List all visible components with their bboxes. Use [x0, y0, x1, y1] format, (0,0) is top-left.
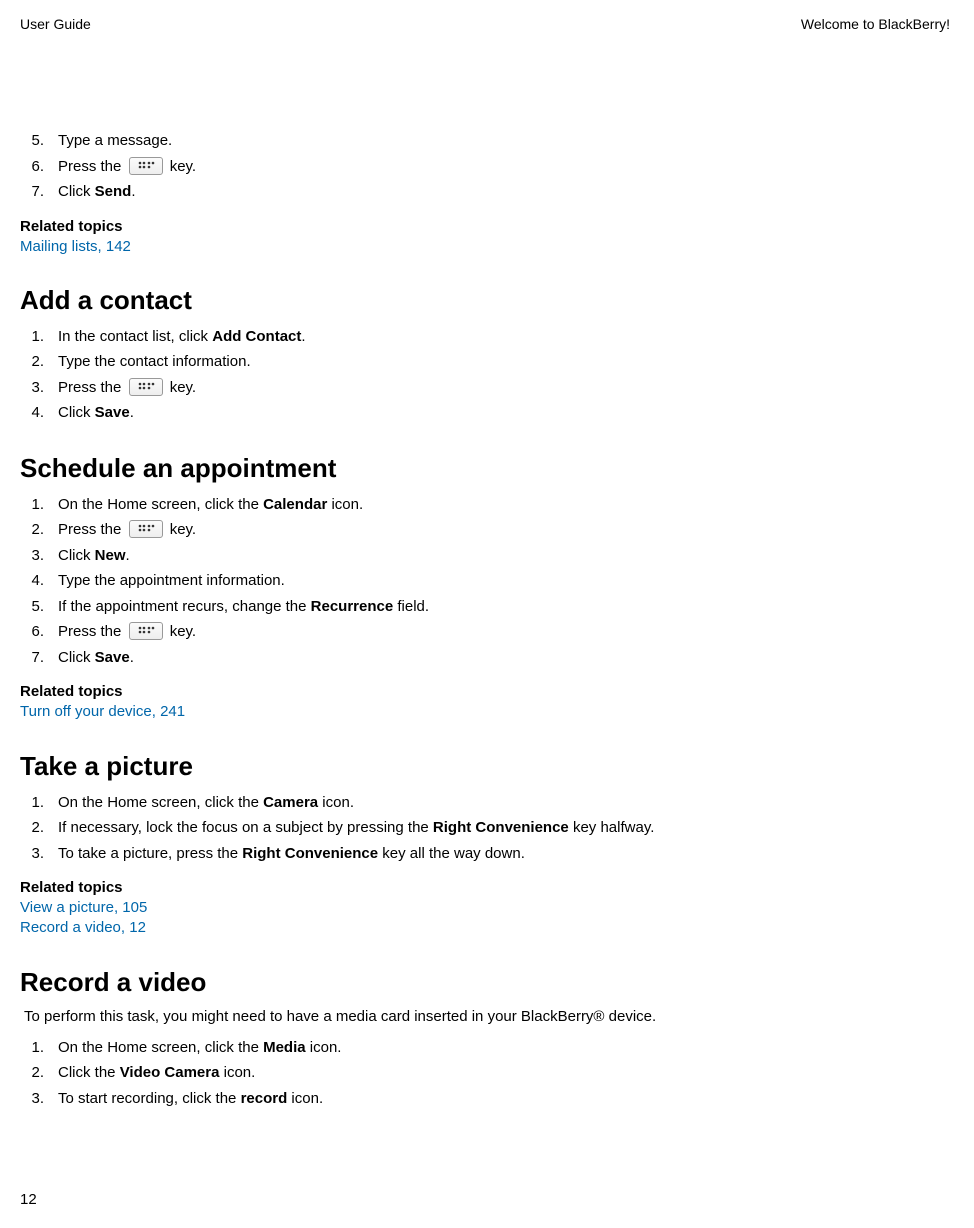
list-text: Click Send.: [58, 181, 136, 204]
list-add-contact: 1. In the contact list, click Add Contact…: [20, 326, 950, 425]
list-text: On the Home screen, click the Calendar i…: [58, 494, 363, 517]
list-text: Click Save.: [58, 402, 134, 425]
list-item: 7. Click Save.: [20, 647, 950, 670]
list-text: Click the Video Camera icon.: [58, 1062, 255, 1085]
list-item: 2. If necessary, lock the focus on a subj…: [20, 817, 950, 840]
list-number: 7.: [20, 647, 44, 670]
list-text: Type a message.: [58, 130, 172, 153]
list-text: Type the contact information.: [58, 351, 251, 374]
page-number: 12: [20, 1191, 37, 1208]
list-number: 3.: [20, 1088, 44, 1111]
list-number: 3.: [20, 545, 44, 568]
menu-key-icon: [129, 520, 163, 538]
list-number: 1.: [20, 326, 44, 349]
menu-key-icon: [129, 157, 163, 175]
list-item: 1. On the Home screen, click the Calendar…: [20, 494, 950, 517]
list-schedule: 1. On the Home screen, click the Calendar…: [20, 494, 950, 670]
list-number: 2.: [20, 1062, 44, 1085]
list-text: Click Save.: [58, 647, 134, 670]
menu-key-icon: [129, 378, 163, 396]
list-text: Press the key.: [58, 156, 196, 179]
list-number: 2.: [20, 817, 44, 840]
related-link[interactable]: Record a video, 12: [20, 918, 950, 938]
heading-add-contact: Add a contact: [20, 285, 950, 316]
list-item: 3. Press the key.: [20, 377, 950, 400]
list-text: To start recording, click the record ico…: [58, 1088, 323, 1111]
list-text: If the appointment recurs, change the Re…: [58, 596, 429, 619]
list-text: On the Home screen, click the Camera ico…: [58, 792, 354, 815]
list-item: 2. Type the contact information.: [20, 351, 950, 374]
list-number: 2.: [20, 351, 44, 374]
list-text: Press the key.: [58, 519, 196, 542]
list-number: 2.: [20, 519, 44, 542]
list-text: Press the key.: [58, 621, 196, 644]
page-header: User Guide Welcome to BlackBerry!: [20, 16, 950, 32]
list-item: 1. In the contact list, click Add Contact…: [20, 326, 950, 349]
heading-record-video: Record a video: [20, 967, 950, 998]
header-right: Welcome to BlackBerry!: [801, 16, 950, 32]
list-item: 6. Press the key.: [20, 621, 950, 644]
top-list: 5. Type a message. 6. Press the key. 7. Click…: [20, 130, 950, 204]
list-number: 4.: [20, 570, 44, 593]
list-number: 5.: [20, 596, 44, 619]
related-links-1: Mailing lists, 142: [20, 237, 950, 257]
list-record-video: 1. On the Home screen, click the Media ic…: [20, 1037, 950, 1111]
list-item: 3. Click New.: [20, 545, 950, 568]
related-link[interactable]: Mailing lists, 142: [20, 237, 950, 257]
list-item: 4. Type the appointment information.: [20, 570, 950, 593]
list-text: Click New.: [58, 545, 130, 568]
header-left: User Guide: [20, 16, 91, 32]
list-item: 7. Click Send.: [20, 181, 950, 204]
list-item: 1. On the Home screen, click the Camera i…: [20, 792, 950, 815]
list-text: If necessary, lock the focus on a subjec…: [58, 817, 654, 840]
list-number: 6.: [20, 156, 44, 179]
related-link[interactable]: Turn off your device, 241: [20, 702, 950, 722]
list-number: 1.: [20, 494, 44, 517]
list-item: 3. To start recording, click the record i…: [20, 1088, 950, 1111]
list-item: 4. Click Save.: [20, 402, 950, 425]
record-video-intro: To perform this task, you might need to …: [24, 1008, 950, 1025]
list-item: 5. If the appointment recurs, change the …: [20, 596, 950, 619]
list-item: 1. On the Home screen, click the Media ic…: [20, 1037, 950, 1060]
list-number: 5.: [20, 130, 44, 153]
heading-schedule: Schedule an appointment: [20, 453, 950, 484]
list-text: On the Home screen, click the Media icon…: [58, 1037, 341, 1060]
list-item: 5. Type a message.: [20, 130, 950, 153]
list-number: 7.: [20, 181, 44, 204]
list-text: In the contact list, click Add Contact.: [58, 326, 306, 349]
related-links-3: View a picture, 105Record a video, 12: [20, 898, 950, 939]
list-text: Press the key.: [58, 377, 196, 400]
list-number: 3.: [20, 843, 44, 866]
list-number: 6.: [20, 621, 44, 644]
list-number: 3.: [20, 377, 44, 400]
related-link[interactable]: View a picture, 105: [20, 898, 950, 918]
related-heading-3: Related topics: [20, 879, 950, 896]
related-heading-2: Related topics: [20, 683, 950, 700]
page-content: 5. Type a message. 6. Press the key. 7. Click…: [20, 130, 950, 1110]
list-item: 3. To take a picture, press the Right Con…: [20, 843, 950, 866]
related-heading-1: Related topics: [20, 218, 950, 235]
list-text: To take a picture, press the Right Conve…: [58, 843, 525, 866]
list-item: 2. Press the key.: [20, 519, 950, 542]
list-number: 1.: [20, 1037, 44, 1060]
list-item: 6. Press the key.: [20, 156, 950, 179]
menu-key-icon: [129, 622, 163, 640]
list-text: Type the appointment information.: [58, 570, 285, 593]
list-item: 2. Click the Video Camera icon.: [20, 1062, 950, 1085]
list-number: 4.: [20, 402, 44, 425]
list-number: 1.: [20, 792, 44, 815]
related-links-2: Turn off your device, 241: [20, 702, 950, 722]
heading-take-picture: Take a picture: [20, 751, 950, 782]
list-take-picture: 1. On the Home screen, click the Camera i…: [20, 792, 950, 866]
